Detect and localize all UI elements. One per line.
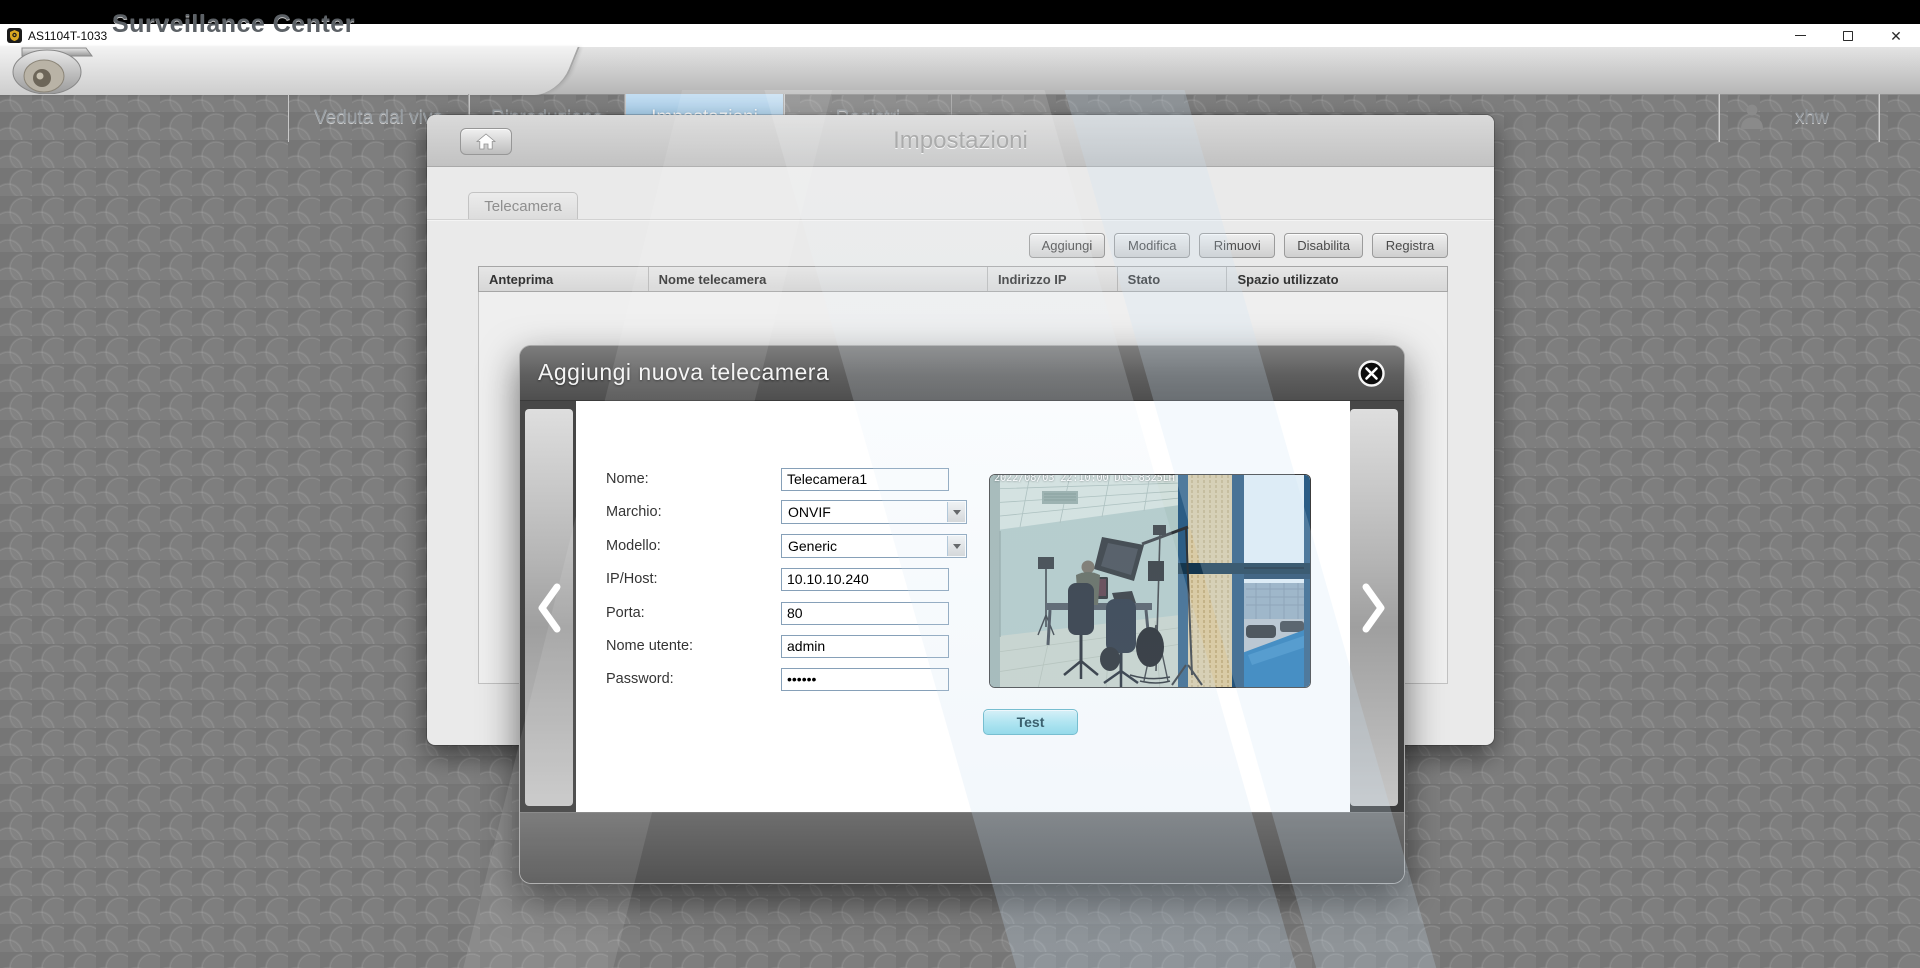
next-camera-button[interactable] — [1350, 409, 1398, 806]
button-label: Modifica — [1128, 238, 1176, 253]
form-row-porta: Porta: — [606, 601, 949, 625]
form-row-marchio: Marchio: ONVIF — [606, 500, 967, 524]
porta-label: Porta: — [606, 605, 781, 621]
porta-input[interactable] — [781, 602, 949, 625]
camera-table-header: Anteprima Nome telecamera Indirizzo IP S… — [478, 266, 1448, 292]
dropdown-arrow-icon — [947, 536, 965, 556]
button-label: Registra — [1386, 238, 1434, 253]
dialog-body: Nome: Marchio: ONVIF Modello: Generic — [520, 401, 1404, 814]
registra-button[interactable]: Registra — [1372, 233, 1448, 258]
nome-input[interactable] — [781, 468, 949, 491]
form-row-iphost: IP/Host: — [606, 567, 949, 591]
user-menu[interactable]: xhw — [1718, 94, 1920, 142]
brand-title: Surveillance Center — [112, 10, 355, 39]
modello-label: Modello: — [606, 538, 781, 554]
dropdown-arrow-icon — [947, 502, 965, 522]
marchio-label: Marchio: — [606, 504, 781, 520]
marchio-select[interactable]: ONVIF — [781, 500, 967, 524]
tab-label: Veduta dal vivo — [314, 107, 443, 129]
divider — [427, 219, 1494, 220]
panel-title: Impostazioni — [427, 127, 1494, 155]
desktop: AS1104T-1033 ✕ Veduta dal vivo Riproduzi… — [0, 0, 1920, 968]
prev-arrow-icon — [536, 582, 562, 634]
dialog-content: Nome: Marchio: ONVIF Modello: Generic — [576, 401, 1350, 814]
password-input[interactable] — [781, 668, 949, 691]
button-label: Disabilita — [1297, 238, 1350, 253]
modifica-button[interactable]: Modifica — [1114, 233, 1190, 258]
tab-telecamera[interactable]: Telecamera — [468, 192, 578, 219]
disabilita-button[interactable]: Disabilita — [1284, 233, 1363, 258]
button-label: Rimuovi — [1214, 238, 1261, 253]
camera-toolbar: Aggiungi Modifica Rimuovi Disabilita Reg… — [1029, 233, 1448, 258]
column-header-nome-telecamera: Nome telecamera — [649, 267, 988, 291]
settings-panel-header: Impostazioni — [427, 115, 1494, 167]
rimuovi-button[interactable]: Rimuovi — [1199, 233, 1275, 258]
dialog-title: Aggiungi nuova telecamera — [538, 359, 829, 386]
column-header-spazio-utilizzato: Spazio utilizzato — [1227, 267, 1447, 291]
marchio-value: ONVIF — [782, 504, 831, 520]
aggiungi-button[interactable]: Aggiungi — [1029, 233, 1106, 258]
minimize-icon — [1795, 35, 1806, 36]
nome-label: Nome: — [606, 471, 781, 487]
column-header-stato: Stato — [1118, 267, 1228, 291]
modello-select[interactable]: Generic — [781, 534, 967, 558]
close-window-icon: ✕ — [1890, 29, 1902, 43]
column-header-indirizzo-ip: Indirizzo IP — [988, 267, 1118, 291]
form-row-nome: Nome: — [606, 467, 949, 491]
dialog-header: Aggiungi nuova telecamera — [520, 346, 1404, 401]
camera-preview: 2022/08/03 22:10:00 DCS-8325LH — [989, 474, 1311, 688]
modello-value: Generic — [782, 538, 837, 554]
button-label: Test — [1017, 714, 1045, 730]
minimize-button[interactable] — [1776, 24, 1824, 47]
form-row-password: Password: — [606, 667, 949, 691]
iphost-input[interactable] — [781, 568, 949, 591]
close-dialog-icon — [1358, 360, 1385, 387]
restore-icon — [1843, 31, 1853, 41]
user-icon — [1737, 101, 1767, 136]
username-label: xhw — [1795, 107, 1829, 129]
test-button[interactable]: Test — [983, 709, 1078, 735]
nome-utente-input[interactable] — [781, 635, 949, 658]
camera-preview-image — [990, 475, 1311, 688]
next-arrow-icon — [1361, 582, 1387, 634]
button-label: Aggiungi — [1042, 238, 1093, 253]
form-row-nome-utente: Nome utente: — [606, 634, 949, 658]
close-window-button[interactable]: ✕ — [1872, 24, 1920, 47]
header-separator — [1878, 94, 1879, 142]
brand-camera-icon — [2, 46, 106, 94]
iphost-label: IP/Host: — [606, 571, 781, 587]
preview-timestamp: 2022/08/03 22:10:00 DCS-8325LH — [994, 474, 1175, 484]
password-label: Password: — [606, 671, 781, 687]
prev-camera-button[interactable] — [525, 409, 573, 806]
tab-label: Telecamera — [484, 198, 562, 215]
restore-button[interactable] — [1824, 24, 1872, 47]
nome-utente-label: Nome utente: — [606, 638, 781, 654]
dialog-footer — [520, 812, 1404, 883]
close-dialog-button[interactable] — [1358, 360, 1385, 387]
app-header: Veduta dal vivo Riproduzione Impostazion… — [0, 47, 1920, 95]
column-header-anteprima: Anteprima — [479, 267, 649, 291]
app-logo-icon — [7, 28, 22, 43]
add-camera-dialog: Nome: Marchio: ONVIF Modello: Generic — [519, 345, 1405, 884]
window-title: AS1104T-1033 — [28, 29, 107, 43]
form-row-modello: Modello: Generic — [606, 534, 967, 558]
